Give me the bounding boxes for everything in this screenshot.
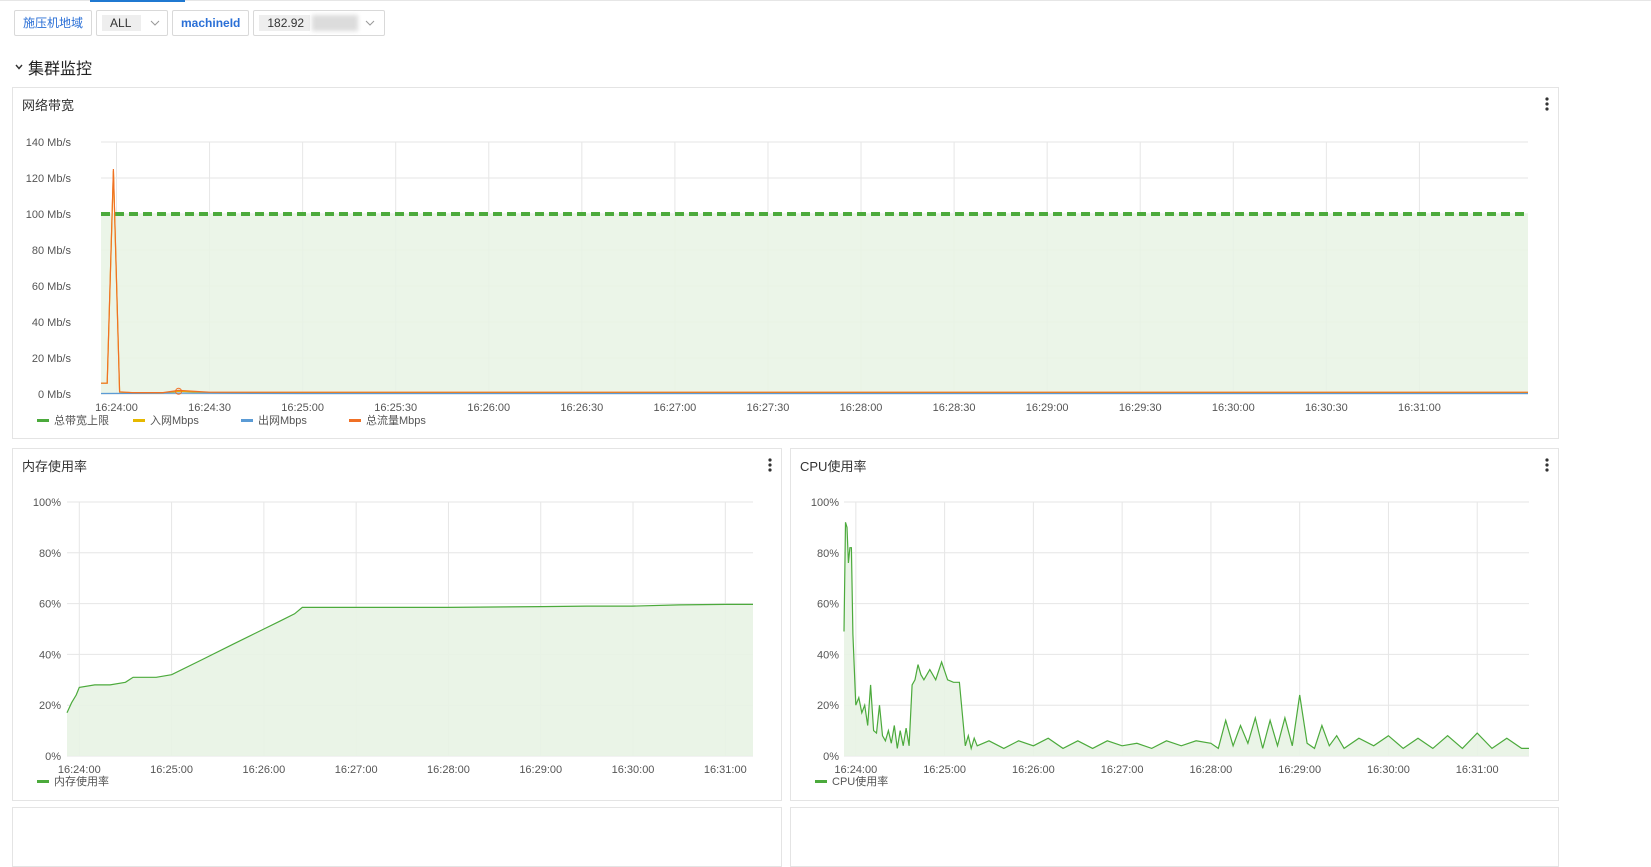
cpu-chart: 0% 20% 40% 60% 80% 100% 16:24:00 16:25:00 16:26:…	[791, 449, 1558, 800]
machine-filter-label: machineId	[172, 10, 249, 36]
region-select-value: ALL	[102, 15, 141, 31]
x-tick-label: 16:28:00	[840, 402, 883, 414]
x-tick-label: 16:30:00	[1367, 764, 1410, 776]
y-tick-label: 100%	[811, 497, 839, 509]
x-tick-label: 16:26:00	[242, 764, 285, 776]
y-tick-label: 20 Mb/s	[32, 353, 72, 365]
cpu-panel: CPU使用率 0% 20% 40% 60% 80% 100% 16:24:00 16:25:0…	[790, 448, 1559, 801]
chevron-down-icon	[364, 17, 376, 29]
bandwidth-panel: 网络带宽 0 Mb/s20 Mb/s40 Mb/s60 Mb/s80 Mb/s1…	[12, 87, 1559, 439]
next-panel-edge	[790, 807, 1559, 867]
x-tick-label: 16:28:00	[1189, 764, 1232, 776]
x-tick-label: 16:24:30	[188, 402, 231, 414]
y-tick-label: 40%	[817, 649, 839, 661]
x-tick-label: 16:30:30	[1305, 402, 1348, 414]
y-tick-label: 40 Mb/s	[32, 317, 72, 329]
y-tick-label: 140 Mb/s	[26, 137, 72, 149]
machine-select-value: 182.92	[259, 15, 310, 31]
x-tick-label: 16:29:30	[1119, 402, 1162, 414]
y-tick-label: 80%	[817, 548, 839, 560]
region-filter-label: 施压机地域	[14, 10, 92, 36]
x-tick-label: 16:24:00	[834, 764, 877, 776]
x-tick-label: 16:29:00	[1278, 764, 1321, 776]
legend-swatch	[815, 780, 827, 783]
machine-select[interactable]: 182.92	[253, 10, 385, 36]
bandwidth-chart: 0 Mb/s 20 Mb/s 40 Mb/s 60 Mb/s 80 Mb/s 100 Mb…	[13, 88, 1558, 438]
legend-swatch	[133, 419, 145, 422]
x-tick-label: 16:31:00	[1398, 402, 1441, 414]
x-tick-label: 16:31:00	[1456, 764, 1499, 776]
y-tick-label: 100%	[33, 497, 61, 509]
x-tick-label: 16:24:00	[58, 764, 101, 776]
x-tick-label: 16:25:00	[281, 402, 324, 414]
y-tick-label: 60%	[817, 599, 839, 611]
legend-swatch	[349, 419, 361, 422]
series-area	[67, 604, 753, 756]
section-title: 集群监控	[28, 55, 92, 79]
x-tick-label: 16:29:00	[519, 764, 562, 776]
legend-label: CPU使用率	[832, 774, 888, 788]
x-tick-label: 16:26:00	[1012, 764, 1055, 776]
series-area	[101, 214, 1528, 394]
legend-swatch	[37, 419, 49, 422]
y-tick-label: 40%	[39, 649, 61, 661]
x-tick-label: 16:29:00	[1026, 402, 1069, 414]
next-panel-edge	[12, 807, 782, 867]
y-tick-label: 120 Mb/s	[26, 173, 72, 185]
x-tick-label: 16:27:00	[1101, 764, 1144, 776]
y-tick-label: 100 Mb/s	[26, 209, 72, 221]
legend-label: 总带宽上限	[54, 413, 109, 427]
y-tick-label: 0%	[823, 751, 839, 763]
y-tick-label: 0%	[45, 751, 61, 763]
memory-chart: 0% 20% 40% 60% 80% 100% 16:24:00 16:25:00 16:26:…	[13, 449, 781, 800]
x-tick-label: 16:30:00	[612, 764, 655, 776]
chevron-down-icon	[14, 62, 24, 72]
legend-swatch	[37, 780, 49, 783]
top-border	[0, 0, 1651, 1]
y-tick-label: 20%	[817, 700, 839, 712]
active-tab-indicator	[90, 0, 185, 2]
x-tick-label: 16:25:00	[150, 764, 193, 776]
x-tick-label: 16:27:30	[747, 402, 790, 414]
machine-id-redaction	[312, 15, 358, 31]
y-tick-label: 0 Mb/s	[38, 389, 72, 401]
memory-panel: 内存使用率 0% 20% 40% 60% 80% 100% 16:24:00 16:25:00…	[12, 448, 782, 801]
x-tick-label: 16:25:00	[923, 764, 966, 776]
section-header[interactable]: 集群监控	[14, 55, 92, 79]
x-tick-label: 16:27:00	[335, 764, 378, 776]
x-tick-label: 16:26:30	[560, 402, 603, 414]
chevron-down-icon	[149, 17, 161, 29]
legend-label: 出网Mbps	[258, 413, 307, 427]
filter-bar: 施压机地域 ALL machineId 182.92	[14, 10, 385, 36]
x-tick-label: 16:25:30	[374, 402, 417, 414]
x-tick-label: 16:27:00	[653, 402, 696, 414]
x-tick-label: 16:24:00	[95, 402, 138, 414]
x-tick-label: 16:28:00	[427, 764, 470, 776]
legend-swatch	[241, 419, 253, 422]
legend-label: 总流量Mbps	[366, 413, 426, 427]
legend-label: 内存使用率	[54, 774, 109, 788]
x-tick-label: 16:26:00	[467, 402, 510, 414]
x-tick-label: 16:30:00	[1212, 402, 1255, 414]
legend-label: 入网Mbps	[150, 415, 199, 427]
y-tick-label: 60 Mb/s	[32, 281, 72, 293]
region-select[interactable]: ALL	[96, 10, 168, 36]
x-tick-label: 16:28:30	[933, 402, 976, 414]
y-tick-label: 20%	[39, 700, 61, 712]
x-tick-label: 16:31:00	[704, 764, 747, 776]
y-tick-label: 60%	[39, 599, 61, 611]
series-area	[844, 522, 1529, 756]
y-tick-label: 80 Mb/s	[32, 245, 72, 257]
y-tick-label: 80%	[39, 548, 61, 560]
